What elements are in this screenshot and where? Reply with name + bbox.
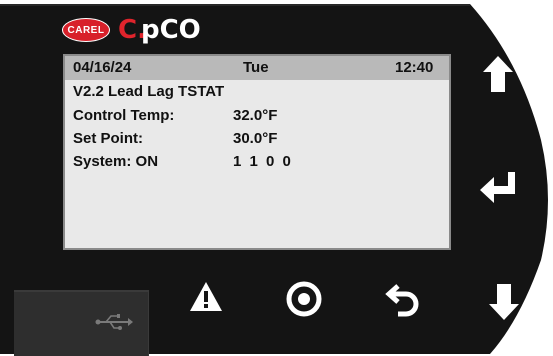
carel-badge: CAREL [62, 18, 110, 42]
program-title: V2.2 Lead Lag TSTAT [73, 83, 225, 100]
stage-status-value: 1 1 0 0 [233, 153, 291, 170]
enter-icon [480, 172, 515, 203]
arrow-up-icon [483, 56, 513, 92]
program-button[interactable] [284, 279, 324, 319]
set-point-value: 30.0°F [233, 130, 278, 147]
brand-product-name: pCO [140, 15, 201, 45]
program-circle-icon [286, 281, 322, 317]
date-text: 04/16/24 [73, 59, 132, 76]
controller-device: CAREL C. pCO 04/16/24 Tue 12:40 V2.2 Lea… [0, 0, 553, 356]
escape-back-icon [385, 284, 419, 317]
time-text: 12:40 [395, 59, 434, 76]
escape-button[interactable] [384, 280, 424, 320]
usb-icon [95, 314, 133, 330]
lcd-display: 04/16/24 Tue 12:40 V2.2 Lead Lag TSTAT C… [63, 54, 451, 250]
day-text: Tue [243, 59, 269, 76]
arrow-down-icon [489, 284, 519, 320]
alarm-button[interactable] [188, 280, 224, 314]
set-point-label: Set Point: [73, 130, 143, 147]
system-status-label: System: ON [73, 153, 159, 170]
alarm-warning-icon [190, 282, 222, 311]
up-button[interactable] [478, 52, 518, 96]
down-button[interactable] [484, 280, 524, 324]
control-temp-label: Control Temp: [73, 107, 175, 124]
control-temp-value: 32.0°F [233, 107, 278, 124]
enter-button[interactable] [476, 168, 520, 208]
usb-port-cover [14, 290, 149, 356]
brand-logo: CAREL C. pCO [62, 16, 201, 44]
